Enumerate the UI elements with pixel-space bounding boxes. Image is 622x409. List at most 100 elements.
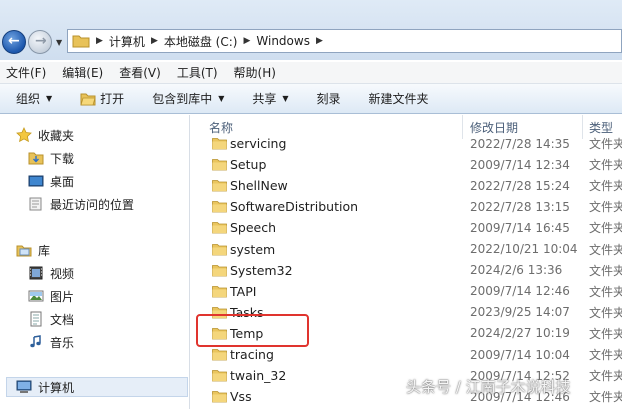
nav-favorites-label: 收藏夹 xyxy=(38,128,75,143)
breadcrumb-separator-icon[interactable]: ▶ xyxy=(151,36,158,46)
file-name: system xyxy=(230,241,276,257)
file-row[interactable]: ShellNew 2022/7/28 15:24 文件夹 xyxy=(192,175,622,196)
documents-icon xyxy=(28,311,44,327)
file-date: 2022/7/28 13:15 xyxy=(470,199,570,214)
burn-button[interactable]: 刻录 xyxy=(317,90,341,107)
file-type: 文件夹 xyxy=(589,348,622,362)
chevron-down-icon: ▼ xyxy=(282,94,289,103)
music-note-icon xyxy=(28,334,44,350)
nav-videos[interactable]: 视频 xyxy=(28,263,74,283)
new-folder-label: 新建文件夹 xyxy=(368,92,429,106)
address-box[interactable]: ▶ 计算机 ▶ 本地磁盘 (C:) ▶ Windows ▶ xyxy=(67,29,622,53)
nav-recent-label: 最近访问的位置 xyxy=(50,197,135,212)
folder-icon xyxy=(212,370,227,382)
menu-file[interactable]: 文件(F) xyxy=(6,64,46,81)
file-row[interactable]: TAPI 2009/7/14 12:46 文件夹 xyxy=(192,281,622,302)
computer-icon xyxy=(16,379,32,395)
folder-icon xyxy=(212,391,227,403)
menu-edit[interactable]: 编辑(E) xyxy=(62,64,103,81)
nav-videos-label: 视频 xyxy=(50,266,75,281)
file-date: 2022/10/21 10:04 xyxy=(470,242,578,256)
back-button[interactable]: ← xyxy=(2,30,26,54)
breadcrumb-separator-icon[interactable]: ▶ xyxy=(243,36,250,46)
file-type: 文件夹 xyxy=(589,263,622,278)
open-button[interactable]: 打开 xyxy=(80,90,124,107)
breadcrumb-computer[interactable]: 计算机 xyxy=(109,33,145,50)
file-row[interactable]: System32 2024/2/6 13:36 文件夹 xyxy=(192,260,622,281)
share-button[interactable]: 共享 ▼ xyxy=(252,90,288,107)
folder-icon xyxy=(212,264,227,276)
file-type: 文件夹 xyxy=(589,137,622,151)
breadcrumb-local-disk[interactable]: 本地磁盘 (C:) xyxy=(164,33,238,50)
folder-icon xyxy=(212,222,227,234)
nav-recent-places[interactable]: 最近访问的位置 xyxy=(28,194,134,214)
file-name: Setup xyxy=(230,157,267,173)
nav-music[interactable]: 音乐 xyxy=(28,332,74,352)
file-name: ShellNew xyxy=(230,178,288,194)
chevron-down-icon: ▼ xyxy=(46,94,53,103)
menu-view[interactable]: 查看(V) xyxy=(119,64,161,81)
file-type: 文件夹 xyxy=(589,369,622,384)
file-row[interactable]: system 2022/10/21 10:04 文件夹 xyxy=(192,239,622,260)
file-name: System32 xyxy=(230,262,293,278)
file-type: 文件夹 xyxy=(589,305,622,320)
file-date: 2024/2/27 10:19 xyxy=(470,326,570,341)
open-label: 打开 xyxy=(100,92,125,106)
file-row[interactable]: SoftwareDistribution 2022/7/28 13:15 文件夹 xyxy=(192,196,622,217)
share-label: 共享 xyxy=(252,92,277,106)
annotation-highlight-box xyxy=(196,314,309,347)
nav-pictures[interactable]: 图片 xyxy=(28,286,74,306)
folder-icon xyxy=(212,243,227,255)
file-date: 2009/7/14 12:34 xyxy=(470,157,570,172)
new-folder-button[interactable]: 新建文件夹 xyxy=(369,90,429,107)
folder-icon xyxy=(72,35,90,48)
file-name: Vss xyxy=(230,389,252,405)
nav-libraries-label: 库 xyxy=(38,243,51,258)
desktop-icon xyxy=(28,173,44,189)
burn-label: 刻录 xyxy=(316,92,341,106)
include-in-library-button[interactable]: 包含到库中 ▼ xyxy=(152,90,224,107)
star-icon xyxy=(16,127,32,143)
file-date: 2024/2/6 13:36 xyxy=(470,263,563,278)
file-row[interactable]: servicing 2022/7/28 14:35 文件夹 xyxy=(192,133,622,154)
nav-music-label: 音乐 xyxy=(50,335,75,350)
file-row[interactable]: tracing 2009/7/14 10:04 文件夹 xyxy=(192,344,622,365)
file-type: 文件夹 xyxy=(589,221,622,236)
include-label: 包含到库中 xyxy=(152,92,213,106)
breadcrumb-separator-icon[interactable]: ▶ xyxy=(96,36,103,46)
file-date: 2009/7/14 12:46 xyxy=(470,284,570,299)
recent-pages-dropdown[interactable]: ▼ xyxy=(56,38,62,47)
video-icon xyxy=(28,265,44,281)
nav-downloads[interactable]: 下载 xyxy=(28,148,74,168)
file-name: TAPI xyxy=(230,283,257,299)
pictures-icon xyxy=(28,288,44,304)
nav-desktop[interactable]: 桌面 xyxy=(28,171,74,191)
file-type: 文件夹 xyxy=(589,390,622,405)
organize-button[interactable]: 组织 ▼ xyxy=(16,90,52,107)
nav-favorites[interactable]: 收藏夹 xyxy=(16,125,74,145)
file-row[interactable]: Speech 2009/7/14 16:45 文件夹 xyxy=(192,217,622,238)
forward-button[interactable]: → xyxy=(28,30,52,54)
forward-arrow-icon: → xyxy=(35,33,47,49)
back-arrow-icon: ← xyxy=(8,33,20,49)
address-bar-area: ← → ▼ ▶ 计算机 ▶ 本地磁盘 (C:) ▶ Windows ▶ xyxy=(0,0,622,60)
file-row[interactable]: Setup 2009/7/14 12:34 文件夹 xyxy=(192,154,622,175)
file-name: twain_32 xyxy=(230,368,287,384)
folder-icon xyxy=(212,349,227,361)
nav-pictures-label: 图片 xyxy=(50,289,75,304)
breadcrumb-separator-icon[interactable]: ▶ xyxy=(316,36,323,46)
navigation-pane: 收藏夹 下载 桌面 最近访问的位置 库 视频 图片 文档 音乐 计算机 xyxy=(0,115,190,409)
menu-help[interactable]: 帮助(H) xyxy=(234,64,276,81)
folder-icon xyxy=(212,159,227,171)
nav-libraries[interactable]: 库 xyxy=(16,240,50,260)
menu-tools[interactable]: 工具(T) xyxy=(177,64,218,81)
folder-icon xyxy=(212,180,227,192)
file-date: 2022/7/28 15:24 xyxy=(470,178,570,193)
breadcrumb-windows[interactable]: Windows xyxy=(256,34,310,48)
file-date: 2009/7/14 10:04 xyxy=(470,347,570,362)
file-type: 文件夹 xyxy=(589,158,622,173)
file-date: 2009/7/14 16:45 xyxy=(470,220,570,235)
nav-computer[interactable]: 计算机 xyxy=(6,377,188,397)
folder-icon xyxy=(212,138,227,150)
nav-documents[interactable]: 文档 xyxy=(28,309,74,329)
